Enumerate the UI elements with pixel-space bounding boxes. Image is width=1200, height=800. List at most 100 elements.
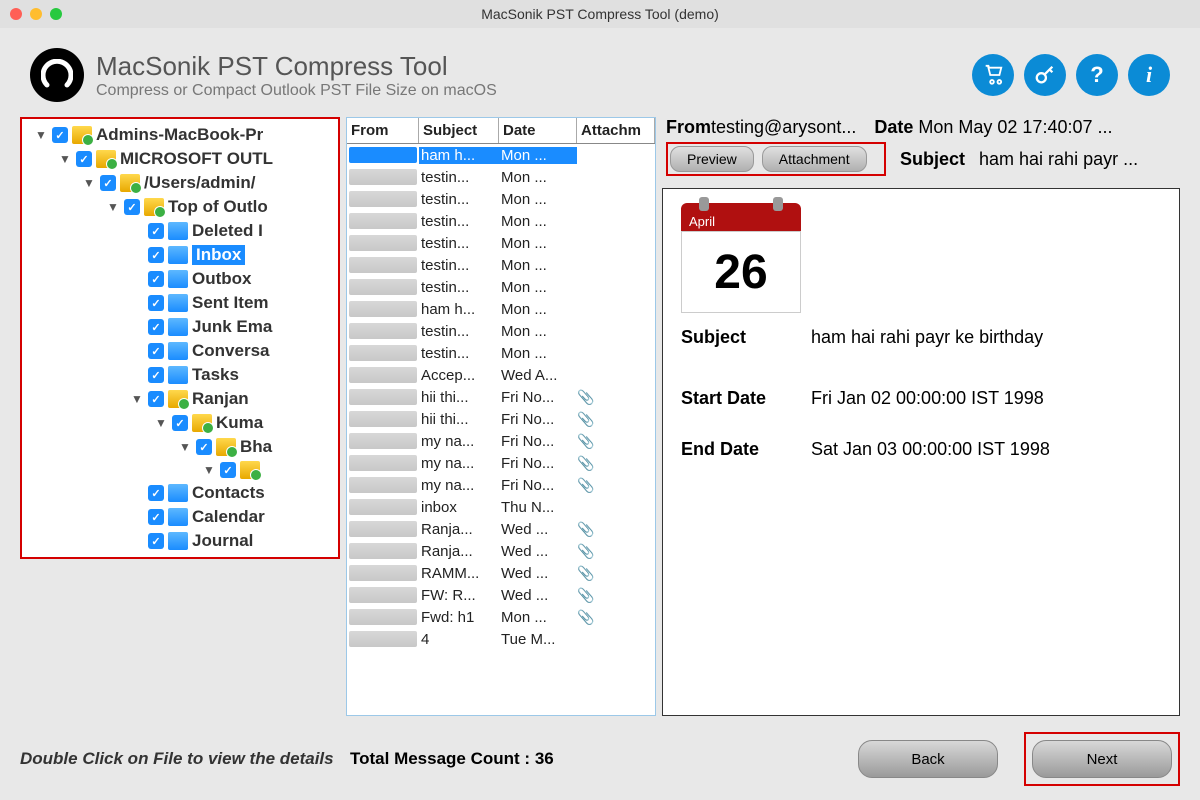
message-row[interactable]: Ranja...Wed ...📎: [347, 540, 655, 562]
tree-item[interactable]: ✓Inbox: [22, 243, 338, 267]
message-row[interactable]: testin...Mon ...: [347, 166, 655, 188]
from-blurred: [349, 323, 417, 339]
col-date[interactable]: Date: [499, 118, 577, 143]
tree-item[interactable]: ✓Sent Item: [22, 291, 338, 315]
tree-item[interactable]: ✓Contacts: [22, 481, 338, 505]
tree-arrow[interactable]: ▼: [178, 440, 192, 454]
message-row[interactable]: 4Tue M...: [347, 628, 655, 650]
mailfolder-icon: [168, 318, 188, 336]
app-title: MacSonik PST Compress Tool: [96, 51, 972, 82]
tree-label: Calendar: [192, 507, 265, 527]
msg-subject: Accep...: [419, 367, 499, 384]
message-row[interactable]: Accep...Wed A...: [347, 364, 655, 386]
message-row[interactable]: RAMM...Wed ...📎: [347, 562, 655, 584]
tree-checkbox[interactable]: ✓: [148, 367, 164, 383]
message-row[interactable]: testin...Mon ...: [347, 232, 655, 254]
tree-item[interactable]: ▼✓Top of Outlo: [22, 195, 338, 219]
help-icon[interactable]: ?: [1076, 54, 1118, 96]
tree-item[interactable]: ▼✓: [22, 459, 338, 481]
tree-item[interactable]: ✓Tasks: [22, 363, 338, 387]
tree-item[interactable]: ✓ Outbox: [22, 267, 338, 291]
back-button[interactable]: Back: [858, 740, 998, 778]
tree-item[interactable]: ✓Conversa: [22, 339, 338, 363]
message-row[interactable]: ham h...Mon ...: [347, 144, 655, 166]
app-window: MacSonik PST Compress Tool (demo) MacSon…: [0, 0, 1200, 800]
tree-checkbox[interactable]: ✓: [148, 271, 164, 287]
tree-item[interactable]: ✓Journal: [22, 529, 338, 553]
tree-label: Outbox: [192, 269, 252, 289]
next-button[interactable]: Next: [1032, 740, 1172, 778]
body-subject-label: Subject: [681, 327, 811, 348]
msg-date: Mon ...: [499, 235, 577, 252]
tree-arrow[interactable]: ▼: [82, 176, 96, 190]
message-row[interactable]: my na...Fri No...📎: [347, 430, 655, 452]
message-row[interactable]: testin...Mon ...: [347, 254, 655, 276]
message-row[interactable]: testin...Mon ...: [347, 188, 655, 210]
tree-item[interactable]: ✓Deleted I: [22, 219, 338, 243]
message-list[interactable]: ham h...Mon ...testin...Mon ...testin...…: [347, 144, 655, 715]
tree-checkbox[interactable]: ✓: [196, 439, 212, 455]
tree-item[interactable]: ✓Junk Ema: [22, 315, 338, 339]
folder-tree[interactable]: ▼✓Admins-MacBook-Pr▼✓MICROSOFT OUTL▼✓/Us…: [20, 117, 340, 559]
cart-icon[interactable]: [972, 54, 1014, 96]
tree-checkbox[interactable]: ✓: [220, 462, 236, 478]
tree-checkbox[interactable]: ✓: [76, 151, 92, 167]
key-icon[interactable]: [1024, 54, 1066, 96]
tree-item[interactable]: ✓ Calendar: [22, 505, 338, 529]
message-row[interactable]: hii thi...Fri No...📎: [347, 386, 655, 408]
tree-checkbox[interactable]: ✓: [148, 485, 164, 501]
message-row[interactable]: testin...Mon ...: [347, 320, 655, 342]
message-row[interactable]: ham h...Mon ...: [347, 298, 655, 320]
tree-checkbox[interactable]: ✓: [148, 509, 164, 525]
col-subject[interactable]: Subject: [419, 118, 499, 143]
message-row[interactable]: testin...Mon ...: [347, 210, 655, 232]
msg-date: Mon ...: [499, 279, 577, 296]
message-row[interactable]: testin...Mon ...: [347, 342, 655, 364]
mailfolder-icon: [168, 246, 188, 264]
tree-checkbox[interactable]: ✓: [100, 175, 116, 191]
message-row[interactable]: my na...Fri No...📎: [347, 452, 655, 474]
msg-date: Mon ...: [499, 169, 577, 186]
message-row[interactable]: hii thi...Fri No...📎: [347, 408, 655, 430]
tree-arrow[interactable]: ▼: [130, 392, 144, 406]
tree-checkbox[interactable]: ✓: [148, 247, 164, 263]
tree-item[interactable]: ▼✓/Users/admin/: [22, 171, 338, 195]
msg-date: Wed ...: [499, 543, 577, 560]
tree-item[interactable]: ▼✓Admins-MacBook-Pr: [22, 123, 338, 147]
tree-item[interactable]: ▼✓Kuma: [22, 411, 338, 435]
message-row[interactable]: Ranja...Wed ...📎: [347, 518, 655, 540]
col-from[interactable]: From: [347, 118, 419, 143]
app-title-block: MacSonik PST Compress Tool Compress or C…: [96, 51, 972, 100]
preview-tab-button[interactable]: Preview: [670, 146, 754, 172]
message-row[interactable]: FW: R...Wed ...📎: [347, 584, 655, 606]
tree-item[interactable]: ▼✓MICROSOFT OUTL: [22, 147, 338, 171]
message-row[interactable]: testin...Mon ...: [347, 276, 655, 298]
tree-checkbox[interactable]: ✓: [148, 533, 164, 549]
tree-checkbox[interactable]: ✓: [148, 319, 164, 335]
tree-checkbox[interactable]: ✓: [148, 343, 164, 359]
message-row[interactable]: Fwd: h1Mon ...📎: [347, 606, 655, 628]
tree-arrow[interactable]: ▼: [202, 463, 216, 477]
body-start-value: Fri Jan 02 00:00:00 IST 1998: [811, 388, 1044, 409]
msg-attach: 📎: [577, 587, 655, 603]
tree-arrow[interactable]: ▼: [154, 416, 168, 430]
tree-checkbox[interactable]: ✓: [52, 127, 68, 143]
info-icon[interactable]: i: [1128, 54, 1170, 96]
tree-arrow[interactable]: ▼: [106, 200, 120, 214]
msg-date: Wed A...: [499, 367, 577, 384]
tree-item[interactable]: ▼✓Bha: [22, 435, 338, 459]
message-row[interactable]: inboxThu N...: [347, 496, 655, 518]
from-blurred: [349, 345, 417, 361]
col-attachment[interactable]: Attachm: [577, 118, 655, 143]
tree-arrow[interactable]: ▼: [34, 128, 48, 142]
msg-attach: 📎: [577, 455, 655, 471]
attachment-tab-button[interactable]: Attachment: [762, 146, 867, 172]
tree-checkbox[interactable]: ✓: [172, 415, 188, 431]
tree-checkbox[interactable]: ✓: [124, 199, 140, 215]
tree-checkbox[interactable]: ✓: [148, 295, 164, 311]
tree-checkbox[interactable]: ✓: [148, 391, 164, 407]
message-row[interactable]: my na...Fri No...📎: [347, 474, 655, 496]
tree-checkbox[interactable]: ✓: [148, 223, 164, 239]
tree-item[interactable]: ▼✓Ranjan: [22, 387, 338, 411]
tree-arrow[interactable]: ▼: [58, 152, 72, 166]
